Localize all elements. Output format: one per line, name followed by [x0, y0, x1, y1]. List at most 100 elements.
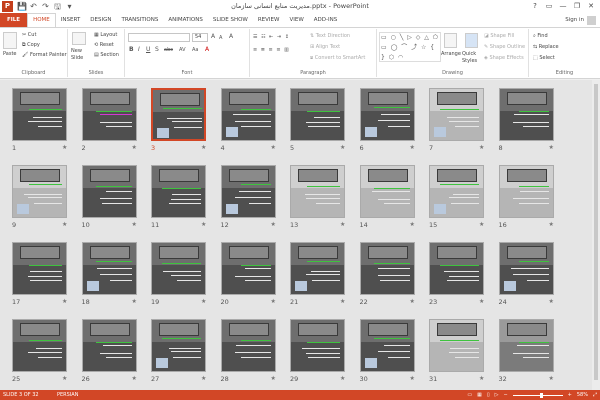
- shape-outline-button[interactable]: ✎ Shape Outline: [484, 44, 525, 51]
- slide-preview[interactable]: [498, 242, 554, 295]
- section-button[interactable]: ▤ Section: [94, 52, 119, 59]
- bold-button[interactable]: B: [129, 46, 134, 54]
- slide-preview[interactable]: [290, 88, 345, 141]
- slide-preview[interactable]: [81, 165, 137, 218]
- shape-fill-button[interactable]: ◪ Shape Fill: [484, 33, 514, 40]
- font-name-dropdown[interactable]: [128, 33, 190, 42]
- account-icon[interactable]: [587, 16, 596, 25]
- transition-star-icon[interactable]: ★: [201, 144, 206, 152]
- list-and-indent-icons[interactable]: ☰ ☷ ⇤ ⇥ ↕: [253, 33, 290, 41]
- transition-star-icon[interactable]: ★: [132, 221, 137, 229]
- shrink-font-icon[interactable]: A: [219, 34, 222, 42]
- transition-star-icon[interactable]: ★: [201, 375, 206, 383]
- slide-preview[interactable]: [81, 319, 137, 372]
- text-shadow-button[interactable]: S: [155, 46, 159, 54]
- fit-to-window-icon[interactable]: ⤢: [593, 390, 597, 400]
- slide-preview[interactable]: [359, 88, 415, 141]
- language-indicator[interactable]: PERSIAN: [57, 390, 78, 400]
- quick-styles-icon[interactable]: [465, 33, 478, 48]
- tab-add-ins[interactable]: ADD-INS: [309, 13, 342, 27]
- transition-star-icon[interactable]: ★: [271, 375, 276, 383]
- transition-star-icon[interactable]: ★: [340, 375, 345, 383]
- transition-star-icon[interactable]: ★: [132, 375, 137, 383]
- select-button[interactable]: ⬚ Select: [533, 55, 555, 62]
- slide-preview[interactable]: [429, 242, 484, 295]
- slide-preview[interactable]: [290, 319, 345, 372]
- shape-effects-button[interactable]: ◈ Shape Effects: [484, 55, 524, 62]
- slide-preview[interactable]: [220, 242, 276, 295]
- slide-preview[interactable]: [498, 319, 554, 372]
- grow-font-icon[interactable]: A: [211, 33, 215, 41]
- font-size-dropdown[interactable]: 54: [192, 33, 208, 42]
- slide-preview[interactable]: [151, 88, 206, 141]
- format-painter-button[interactable]: 🖌 Format Painter: [22, 52, 67, 59]
- slide-preview[interactable]: [151, 242, 206, 295]
- tab-review[interactable]: REVIEW: [253, 13, 285, 27]
- tab-animations[interactable]: ANIMATIONS: [163, 13, 208, 27]
- transition-star-icon[interactable]: ★: [132, 298, 137, 306]
- paste-button[interactable]: Paste: [3, 51, 17, 58]
- minimize-icon[interactable]: —: [556, 0, 570, 12]
- slide-preview[interactable]: [498, 88, 554, 141]
- reading-view-icon[interactable]: ▯: [487, 390, 490, 400]
- transition-star-icon[interactable]: ★: [549, 375, 554, 383]
- find-button[interactable]: ⌕ Find: [533, 33, 548, 40]
- arrange-icon[interactable]: [444, 33, 457, 48]
- slide-preview[interactable]: [359, 242, 415, 295]
- tab-design[interactable]: DESIGN: [85, 13, 116, 27]
- slide-preview[interactable]: [498, 165, 554, 218]
- transition-star-icon[interactable]: ★: [62, 221, 67, 229]
- shapes-gallery[interactable]: ▭ ○ ╲ ▷ ◇ △ ⬠ ▭ ◯ ⌒ ⤴ ☆ { } ⬡ ◠: [379, 32, 441, 62]
- slide-preview[interactable]: [290, 242, 345, 295]
- italic-button[interactable]: I: [138, 46, 140, 54]
- replace-button[interactable]: ⇆ Replace: [533, 44, 559, 51]
- slide-preview[interactable]: [429, 319, 484, 372]
- slide-preview[interactable]: [220, 319, 276, 372]
- zoom-out-icon[interactable]: −: [503, 390, 507, 400]
- slide-preview[interactable]: [151, 165, 206, 218]
- restore-icon[interactable]: ❐: [570, 0, 584, 12]
- transition-star-icon[interactable]: ★: [549, 221, 554, 229]
- convert-to-smartart-button[interactable]: ⧈ Convert to SmartArt: [310, 55, 365, 62]
- slide-preview[interactable]: [12, 165, 67, 218]
- quick-styles-button[interactable]: Quick Styles: [462, 51, 484, 65]
- font-color-button[interactable]: A: [205, 46, 209, 54]
- ribbon-display-options-icon[interactable]: ▭: [542, 0, 556, 12]
- transition-star-icon[interactable]: ★: [62, 144, 67, 152]
- slide-preview[interactable]: [429, 165, 484, 218]
- transition-star-icon[interactable]: ★: [271, 298, 276, 306]
- transition-star-icon[interactable]: ★: [479, 375, 484, 383]
- transition-star-icon[interactable]: ★: [479, 221, 484, 229]
- slide-preview[interactable]: [12, 88, 67, 141]
- slide-preview[interactable]: [12, 242, 67, 295]
- slide-sorter-view-icon[interactable]: ▦: [477, 390, 482, 400]
- align-text-button[interactable]: ⊞ Align Text: [310, 44, 340, 51]
- transition-star-icon[interactable]: ★: [271, 221, 276, 229]
- slide-preview[interactable]: [359, 319, 415, 372]
- help-icon[interactable]: ?: [528, 0, 542, 12]
- transition-star-icon[interactable]: ★: [62, 375, 67, 383]
- new-slide-icon[interactable]: [72, 32, 86, 45]
- slide-preview[interactable]: [81, 242, 137, 295]
- transition-star-icon[interactable]: ★: [340, 298, 345, 306]
- slide-preview[interactable]: [429, 88, 484, 141]
- transition-star-icon[interactable]: ★: [340, 221, 345, 229]
- transition-star-icon[interactable]: ★: [549, 144, 554, 152]
- new-slide-button[interactable]: New Slide: [71, 48, 93, 62]
- tab-view[interactable]: VIEW: [284, 13, 308, 27]
- vertical-scrollbar[interactable]: [592, 80, 600, 390]
- tab-slide-show[interactable]: SLIDE SHOW: [208, 13, 253, 27]
- transition-star-icon[interactable]: ★: [410, 144, 415, 152]
- close-icon[interactable]: ✕: [584, 0, 598, 12]
- tab-home[interactable]: HOME: [27, 13, 56, 27]
- cut-button[interactable]: ✂ Cut: [22, 32, 36, 39]
- zoom-in-icon[interactable]: +: [568, 390, 572, 400]
- transition-star-icon[interactable]: ★: [340, 144, 345, 152]
- transition-star-icon[interactable]: ★: [201, 221, 206, 229]
- transition-star-icon[interactable]: ★: [132, 144, 137, 152]
- paste-icon[interactable]: [3, 32, 17, 49]
- slide-preview[interactable]: [12, 319, 67, 372]
- slide-preview[interactable]: [220, 88, 276, 141]
- slide-sorter-pane[interactable]: 1 ★ 2 ★ 3 ★ 4 ★ 5 ★ 6 ★ 7 ★ 8 ★ 9 ★ 10 ★ 11 ★ 12 ★ 13 ★ 14 ★ 15 ★ 16 ★ 1…: [0, 80, 600, 390]
- scrollbar-thumb[interactable]: [594, 84, 598, 380]
